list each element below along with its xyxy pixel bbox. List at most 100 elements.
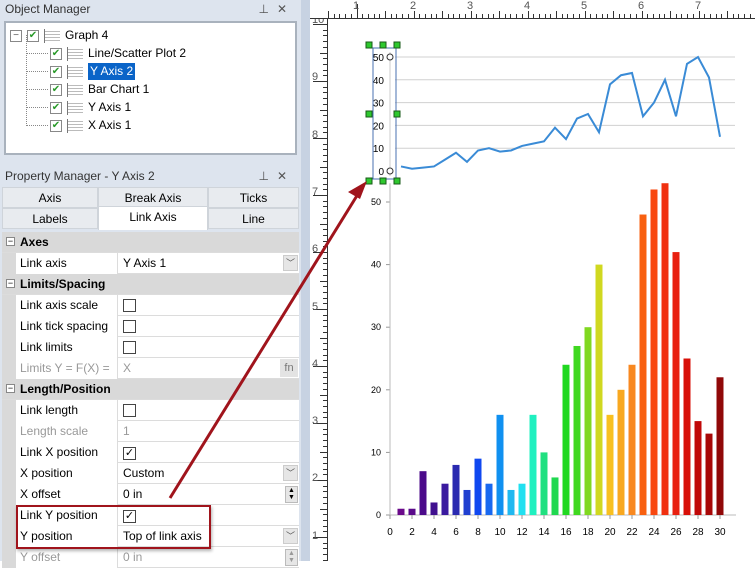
property-value[interactable]: ✓ xyxy=(119,505,299,526)
visibility-checkbox[interactable]: ✔ xyxy=(50,65,62,78)
tree-item[interactable]: ✔ Bar Chart 1 xyxy=(50,81,149,98)
chevron-down-icon[interactable]: ﹀ xyxy=(283,255,298,271)
tree-connector xyxy=(26,35,48,54)
bar[interactable] xyxy=(408,508,416,515)
axis-end-handle[interactable] xyxy=(386,167,394,175)
bar[interactable] xyxy=(507,489,515,515)
ruler-tick xyxy=(323,172,327,174)
bar[interactable] xyxy=(705,433,713,515)
selection-handle[interactable] xyxy=(393,110,401,118)
ruler-label: 5 xyxy=(581,0,588,12)
collapse-icon[interactable]: − xyxy=(10,29,22,42)
selection-handle[interactable] xyxy=(393,41,401,49)
bar[interactable] xyxy=(496,414,504,515)
tree-item[interactable]: ✔ Y Axis 2 xyxy=(50,63,136,80)
bar[interactable] xyxy=(650,189,658,516)
bar[interactable] xyxy=(551,477,559,515)
checkbox[interactable] xyxy=(123,341,136,354)
tab-ticks[interactable]: Ticks xyxy=(208,187,299,208)
visibility-checkbox[interactable]: ✔ xyxy=(50,47,62,60)
visibility-checkbox[interactable]: ✔ xyxy=(50,101,62,114)
bar[interactable] xyxy=(573,345,581,515)
tab-labels[interactable]: Labels xyxy=(2,208,98,229)
tree-item[interactable]: − ✔ Graph 4 xyxy=(10,27,108,44)
axis-end-handle[interactable] xyxy=(386,53,394,61)
bar[interactable] xyxy=(562,364,570,515)
bar[interactable] xyxy=(485,483,493,515)
collapse-icon[interactable]: − xyxy=(6,237,15,246)
line-series[interactable] xyxy=(400,55,721,170)
property-value[interactable] xyxy=(119,337,299,358)
tab-break-axis[interactable]: Break Axis xyxy=(98,187,208,208)
property-value[interactable]: Top of link axis ﹀ xyxy=(119,526,299,547)
close-icon[interactable]: ✕ xyxy=(277,169,295,183)
bar[interactable] xyxy=(419,471,427,515)
checkbox[interactable]: ✓ xyxy=(123,447,136,460)
object-tree[interactable]: − ✔ Graph 4 ✔ Line/Scatter Plot 2 ✔ Y Axis 2 ✔ B… xyxy=(4,21,297,155)
selection-handle[interactable] xyxy=(379,177,387,185)
collapse-icon[interactable]: − xyxy=(6,384,15,393)
tree-item[interactable]: ✔ Y Axis 1 xyxy=(50,99,131,116)
bar[interactable] xyxy=(441,483,449,515)
checkbox[interactable] xyxy=(123,299,136,312)
bar[interactable] xyxy=(595,264,603,515)
ruler-tick xyxy=(556,11,557,18)
bar[interactable] xyxy=(672,252,680,515)
selection-handle[interactable] xyxy=(365,110,373,118)
bar[interactable] xyxy=(661,183,669,515)
property-value[interactable]: 0 in ▲ ▼ xyxy=(119,484,299,505)
bar[interactable] xyxy=(584,327,592,515)
ruler-tick xyxy=(323,343,327,345)
bar[interactable] xyxy=(452,464,460,515)
visibility-checkbox[interactable]: ✔ xyxy=(50,119,62,132)
bar[interactable] xyxy=(397,508,405,515)
bar[interactable] xyxy=(474,458,482,515)
ruler-tick xyxy=(323,314,327,316)
checkbox[interactable] xyxy=(123,404,136,417)
chevron-down-icon[interactable]: ﹀ xyxy=(283,465,298,481)
ruler-label: 3 xyxy=(467,0,474,12)
bar[interactable] xyxy=(606,414,614,515)
pin-icon[interactable]: ⊥ xyxy=(258,2,276,16)
bar[interactable] xyxy=(628,364,636,515)
ruler-tick xyxy=(323,485,327,487)
property-value[interactable] xyxy=(119,316,299,337)
panel-splitter[interactable] xyxy=(301,0,310,561)
property-value[interactable]: Custom ﹀ xyxy=(119,463,299,484)
checkbox[interactable] xyxy=(123,320,136,333)
selection-handle[interactable] xyxy=(379,41,387,49)
ruler-tick xyxy=(323,183,327,185)
bar[interactable] xyxy=(463,489,471,515)
property-value[interactable]: Y Axis 1 ﹀ xyxy=(119,253,299,274)
selection-handle[interactable] xyxy=(365,177,373,185)
bar[interactable] xyxy=(430,502,438,515)
bar[interactable] xyxy=(694,421,702,515)
tree-item[interactable]: ✔ Line/Scatter Plot 2 xyxy=(50,45,186,62)
visibility-checkbox[interactable]: ✔ xyxy=(50,83,62,96)
pin-icon[interactable]: ⊥ xyxy=(258,169,276,183)
bar[interactable] xyxy=(639,214,647,515)
collapse-icon[interactable]: − xyxy=(6,279,15,288)
tab-link-axis[interactable]: Link Axis xyxy=(98,206,208,230)
spin-button[interactable]: ▲ ▼ xyxy=(285,486,298,503)
tab-axis[interactable]: Axis xyxy=(2,187,98,208)
spin-button[interactable]: ▲ ▼ xyxy=(285,549,298,566)
checkbox[interactable]: ✓ xyxy=(123,510,136,523)
close-icon[interactable]: ✕ xyxy=(277,2,295,16)
bar[interactable] xyxy=(617,389,625,515)
tree-item[interactable]: ✔ X Axis 1 xyxy=(50,117,131,134)
selection-handle[interactable] xyxy=(365,41,373,49)
property-value[interactable] xyxy=(119,295,299,316)
tab-line[interactable]: Line xyxy=(208,208,299,229)
selection-handle[interactable] xyxy=(393,177,401,185)
chevron-down-icon[interactable]: ﹀ xyxy=(283,528,298,544)
bar[interactable] xyxy=(518,483,526,515)
tree-item-label: Y Axis 2 xyxy=(88,63,136,80)
ruler-tick xyxy=(323,400,327,402)
bar[interactable] xyxy=(683,358,691,516)
property-value[interactable] xyxy=(119,400,299,421)
property-value[interactable]: ✓ xyxy=(119,442,299,463)
bar[interactable] xyxy=(540,452,548,515)
bar[interactable] xyxy=(716,377,724,515)
bar[interactable] xyxy=(529,414,537,515)
